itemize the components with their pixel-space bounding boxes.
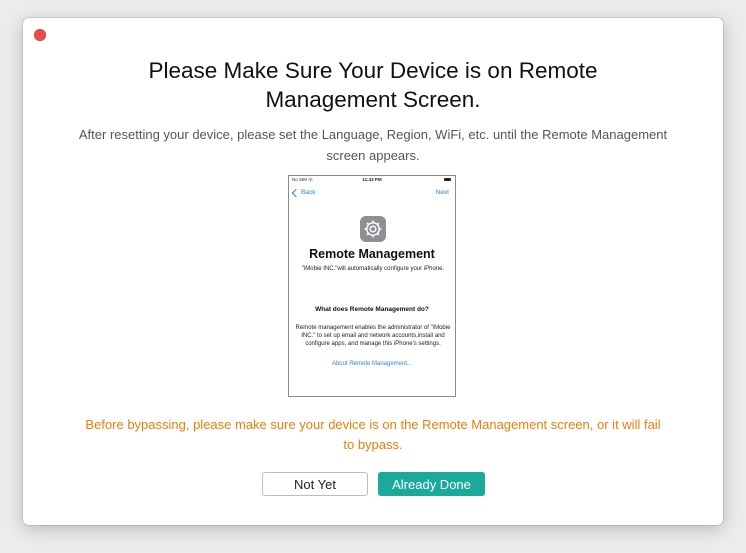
warning-text: Before bypassing, please make sure your … [85,417,661,452]
phone-status-bar: No SIM 11:43 PM [289,176,455,184]
phone-description: Remote management enables the administra… [295,325,451,347]
close-button[interactable] [34,29,46,41]
chevron-left-icon [291,188,301,197]
not-yet-button[interactable]: Not Yet [262,472,368,496]
already-done-button[interactable]: Already Done [378,472,485,496]
phone-back-link: Back [291,188,316,197]
phone-preview: No SIM 11:43 PM Back Next Remote Managem… [288,175,456,397]
settings-app-tile [360,216,386,242]
dialog-subtitle: After resetting your device, please set … [78,127,668,163]
dialog-window: Please Make Sure Your Device is on Remot… [23,18,723,525]
battery-icon [444,178,451,181]
status-time: 11:43 PM [362,177,382,182]
gear-icon [364,220,382,238]
phone-next-link: Next [435,189,449,196]
dialog-title: Please Make Sure Your Device is on Remot… [148,58,598,112]
phone-question: What does Remote Management do? [315,306,429,313]
phone-about-link: About Remote Management... [331,361,413,367]
phone-back-label: Back [301,189,316,196]
phone-org-text: "iMobie INC."will automatically configur… [301,266,445,272]
phone-heading: Remote Management [309,247,435,261]
